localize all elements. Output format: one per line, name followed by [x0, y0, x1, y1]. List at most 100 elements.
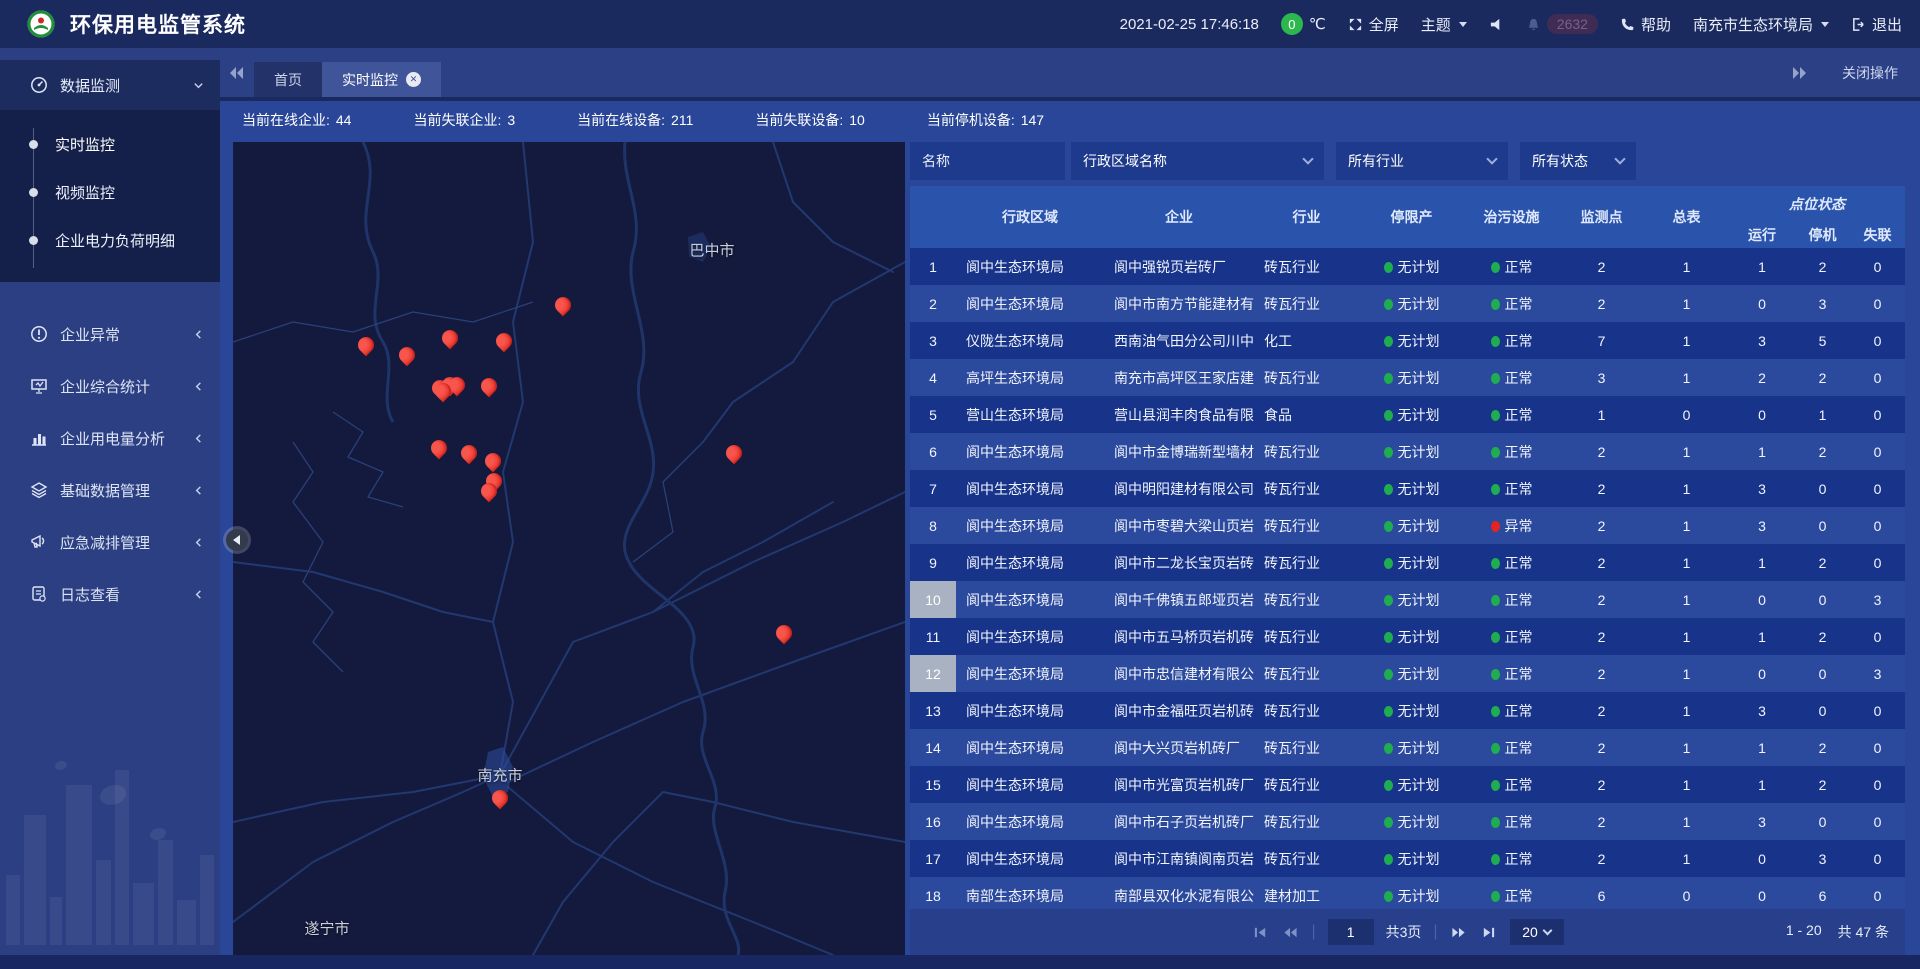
sidebar-item-power-load-detail[interactable]: 企业电力负荷明细 [0, 216, 220, 264]
col-header-stop: 停限产 [1359, 186, 1464, 248]
table-row[interactable]: 9阆中生态环境局阆中市二龙长宝页岩砖砖瓦行业无计划正常21120 [910, 544, 1905, 581]
notification-badge: 2632 [1547, 14, 1598, 34]
table-row[interactable]: 6阆中生态环境局阆中市金博瑞新型墙材砖瓦行业无计划正常21120 [910, 433, 1905, 470]
cell-run-count: 3 [1729, 803, 1795, 840]
panel-collapse-button[interactable] [226, 529, 248, 551]
cell-stopped-count: 1 [1795, 396, 1850, 433]
cell-lost-count: 3 [1850, 581, 1905, 618]
sidebar: 数据监测 实时监控 视频监控 企业电力负荷明细 [0, 48, 220, 955]
close-operations-button[interactable]: 关闭操作 [1842, 63, 1898, 83]
table-row[interactable]: 11阆中生态环境局阆中市五马桥页岩机砖砖瓦行业无计划正常21120 [910, 618, 1905, 655]
cell-facility-status: 正常 [1464, 433, 1559, 470]
tabs-scroll-left-button[interactable] [220, 56, 254, 90]
submenu-dot [29, 188, 38, 197]
sidebar-group-data-monitor[interactable]: 数据监测 [0, 60, 220, 110]
page-size-select[interactable]: 20 [1510, 919, 1564, 945]
map-labels: 巴中市南充市遂宁市 [233, 142, 905, 955]
sidebar-item-realtime-monitor[interactable]: 实时监控 [0, 120, 220, 168]
first-page-button[interactable] [1251, 923, 1269, 941]
cell-industry: 砖瓦行业 [1254, 507, 1359, 544]
cell-facility-status: 正常 [1464, 396, 1559, 433]
sidebar-item-company-abnormal[interactable]: 企业异常 [0, 308, 220, 360]
mute-button[interactable] [1489, 17, 1504, 32]
cell-monitor-count: 2 [1559, 544, 1644, 581]
last-page-button[interactable] [1480, 923, 1498, 941]
double-chevron-left-icon [229, 66, 245, 80]
cell-total-meter: 1 [1644, 470, 1729, 507]
table-row[interactable]: 1阆中生态环境局阆中强锐页岩砖厂砖瓦行业无计划正常21120 [910, 248, 1905, 285]
status-filter-select[interactable]: 所有状态 [1520, 142, 1636, 180]
sidebar-item-video-monitor[interactable]: 视频监控 [0, 168, 220, 216]
cell-run-count: 0 [1729, 285, 1795, 322]
table-row[interactable]: 4高坪生态环境局南充市高坪区王家店建砖瓦行业无计划正常31220 [910, 359, 1905, 396]
table-row[interactable]: 8阆中生态环境局阆中市枣碧大梁山页岩砖瓦行业无计划异常21300 [910, 507, 1905, 544]
tab-close-icon[interactable]: ✕ [406, 72, 421, 87]
cell-monitor-count: 2 [1559, 581, 1644, 618]
table-row[interactable]: 5营山生态环境局营山县润丰肉食品有限食品无计划正常10010 [910, 396, 1905, 433]
region-filter-select[interactable]: 行政区域名称 [1071, 142, 1324, 180]
logout-button[interactable]: 退出 [1851, 14, 1902, 35]
cell-monitor-count: 2 [1559, 470, 1644, 507]
phone-icon [1620, 17, 1635, 32]
cell-company: 阆中市南方节能建材有 [1104, 285, 1254, 322]
status-dot [1491, 891, 1500, 902]
map-panel[interactable]: 巴中市南充市遂宁市 [233, 142, 905, 955]
row-index: 12 [910, 655, 956, 692]
table-row[interactable]: 10阆中生态环境局阆中千佛镇五郎垭页岩砖瓦行业无计划正常21003 [910, 581, 1905, 618]
table-row[interactable]: 3仪陇生态环境局西南油气田分公司川中化工无计划正常71350 [910, 322, 1905, 359]
fullscreen-button[interactable]: 全屏 [1348, 14, 1399, 35]
theme-dropdown[interactable]: 主题 [1421, 14, 1467, 35]
next-page-button[interactable] [1450, 923, 1468, 941]
tabs-scroll-right-button[interactable] [1782, 56, 1816, 90]
cell-region: 阆中生态环境局 [956, 766, 1104, 803]
cell-stop-status: 无计划 [1359, 803, 1464, 840]
name-filter-input[interactable] [910, 142, 1065, 180]
cell-stopped-count: 0 [1795, 803, 1850, 840]
sidebar-item-base-data[interactable]: 基础数据管理 [0, 464, 220, 516]
status-dot [1384, 521, 1393, 532]
cell-facility-status: 正常 [1464, 692, 1559, 729]
tab-realtime-monitor[interactable]: 实时监控 ✕ [322, 62, 441, 97]
table-row[interactable]: 2阆中生态环境局阆中市南方节能建材有砖瓦行业无计划正常21030 [910, 285, 1905, 322]
sidebar-item-power-analysis[interactable]: 企业用电量分析 [0, 412, 220, 464]
cell-company: 阆中市石子页岩机砖厂 [1104, 803, 1254, 840]
sidebar-item-company-statistics[interactable]: 企业综合统计 [0, 360, 220, 412]
cell-facility-status: 正常 [1464, 766, 1559, 803]
table-row[interactable]: 18南部生态环境局南部县双化水泥有限公建材加工无计划正常60060 [910, 877, 1905, 911]
industry-filter-select[interactable]: 所有行业 [1336, 142, 1508, 180]
status-dot [1491, 632, 1500, 643]
table-row[interactable]: 16阆中生态环境局阆中市石子页岩机砖厂砖瓦行业无计划正常21300 [910, 803, 1905, 840]
sidebar-item-log-view[interactable]: 日志查看 [0, 568, 220, 620]
record-total-label: 共 47 条 [1838, 922, 1889, 942]
cell-industry: 砖瓦行业 [1254, 248, 1359, 285]
cell-total-meter: 1 [1644, 803, 1729, 840]
cell-run-count: 1 [1729, 433, 1795, 470]
cell-monitor-count: 2 [1559, 433, 1644, 470]
cell-stop-status: 无计划 [1359, 248, 1464, 285]
notifications[interactable]: 2632 [1526, 14, 1598, 34]
table-row[interactable]: 12阆中生态环境局阆中市忠信建材有限公砖瓦行业无计划正常21003 [910, 655, 1905, 692]
bell-icon [1526, 17, 1541, 32]
help-button[interactable]: 帮助 [1620, 14, 1671, 35]
table-row[interactable]: 15阆中生态环境局阆中市光富页岩机砖厂砖瓦行业无计划正常21120 [910, 766, 1905, 803]
cell-run-count: 1 [1729, 729, 1795, 766]
cell-stopped-count: 2 [1795, 729, 1850, 766]
status-dot [1384, 632, 1393, 643]
sidebar-item-emergency-reduction[interactable]: 应急减排管理 [0, 516, 220, 568]
chevron-left-icon [193, 485, 204, 496]
previous-page-button[interactable] [1281, 923, 1299, 941]
table-row[interactable]: 13阆中生态环境局阆中市金福旺页岩机砖砖瓦行业无计划正常21300 [910, 692, 1905, 729]
tab-home[interactable]: 首页 [254, 62, 322, 97]
table-row[interactable]: 14阆中生态环境局阆中大兴页岩机砖厂砖瓦行业无计划正常21120 [910, 729, 1905, 766]
row-index: 17 [910, 840, 956, 877]
user-org-dropdown[interactable]: 南充市生态环境局 [1693, 14, 1829, 35]
submenu-dot [29, 140, 38, 149]
page-number-input[interactable] [1328, 919, 1374, 945]
cell-industry: 砖瓦行业 [1254, 692, 1359, 729]
stats-bar: 当前在线企业:44 当前失联企业:3 当前在线设备:211 当前失联设备:10 … [220, 97, 1920, 142]
table-row[interactable]: 17阆中生态环境局阆中市江南镇阆南页岩砖瓦行业无计划正常21030 [910, 840, 1905, 877]
map-city-label: 南充市 [477, 765, 522, 786]
document-icon [30, 585, 48, 603]
cell-industry: 砖瓦行业 [1254, 470, 1359, 507]
table-row[interactable]: 7阆中生态环境局阆中明阳建材有限公司砖瓦行业无计划正常21300 [910, 470, 1905, 507]
